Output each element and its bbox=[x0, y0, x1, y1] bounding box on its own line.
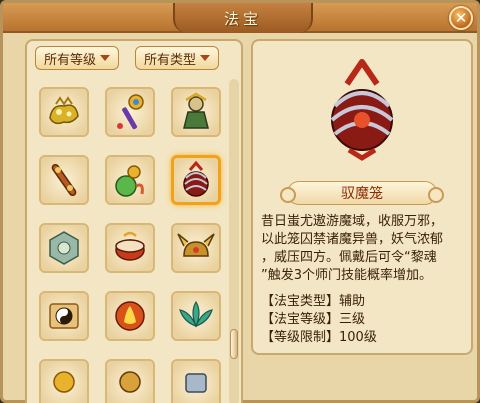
treasure-window: 法宝 ✕ 所有等级 所有类型 驭魔笼 昔日蚩尤遨游魔域，收服万邪， 以此笼囚禁诸… bbox=[0, 0, 480, 403]
item-name: 驭魔笼 bbox=[341, 186, 383, 202]
item-slot[interactable] bbox=[39, 155, 89, 205]
partial-item-icon bbox=[185, 373, 207, 393]
demon-cage-icon bbox=[183, 160, 209, 197]
level-filter-dropdown[interactable]: 所有等级 bbox=[35, 46, 119, 70]
carved-flute-icon bbox=[51, 163, 77, 197]
type-filter-dropdown[interactable]: 所有类型 bbox=[135, 46, 219, 70]
attribute-value: 三级 bbox=[339, 312, 366, 327]
item-slot[interactable] bbox=[105, 155, 155, 205]
demon-cage-icon bbox=[330, 58, 394, 161]
item-slot-selected[interactable] bbox=[171, 155, 221, 205]
description-line: ，威压四方。佩戴后可令“黎魂 bbox=[261, 250, 437, 265]
chevron-down-icon bbox=[100, 55, 110, 61]
item-description: 昔日蚩尤遨游魔域，收服万邪， 以此笼囚禁诸魔异兽，妖气浓郁 ，威压四方。佩戴后可… bbox=[261, 213, 467, 285]
attribute-type: 【法宝类型】辅助 bbox=[261, 293, 467, 311]
attribute-value: 辅助 bbox=[339, 294, 366, 309]
attribute-level: 【法宝等级】三级 bbox=[261, 311, 467, 329]
chevron-down-icon bbox=[200, 55, 210, 61]
item-grid bbox=[27, 77, 227, 403]
item-slot[interactable] bbox=[105, 359, 155, 403]
attribute-value: 100级 bbox=[339, 330, 377, 345]
title-bar: 法宝 ✕ bbox=[3, 3, 477, 33]
golden-ornament-icon bbox=[49, 96, 79, 125]
item-name-banner: 驭魔笼 bbox=[280, 181, 444, 205]
item-preview bbox=[253, 41, 471, 176]
item-slot[interactable] bbox=[39, 359, 89, 403]
item-slot[interactable] bbox=[171, 87, 221, 137]
item-detail-panel: 驭魔笼 昔日蚩尤遨游魔域，收服万邪， 以此笼囚禁诸魔异兽，妖气浓郁 ，威压四方。… bbox=[251, 39, 473, 355]
lotus-icon bbox=[179, 300, 213, 328]
description-line: 昔日蚩尤遨游魔域，收服万邪， bbox=[261, 214, 444, 229]
item-list-scrollbar[interactable] bbox=[229, 79, 239, 403]
description-line: 以此笼囚禁诸魔异兽，妖气浓郁 bbox=[261, 232, 444, 247]
item-list-panel: 所有等级 所有类型 bbox=[25, 39, 243, 403]
snake-gourd-icon bbox=[115, 165, 144, 197]
item-slot[interactable] bbox=[105, 87, 155, 137]
drum-icon bbox=[115, 231, 145, 261]
yin-yang-scroll-icon bbox=[49, 303, 79, 329]
warrior-figure-icon bbox=[183, 92, 209, 129]
window-title: 法宝 bbox=[173, 3, 313, 33]
attribute-label: 【法宝类型】 bbox=[261, 294, 340, 309]
partial-item-icon bbox=[119, 371, 141, 393]
item-slot[interactable] bbox=[171, 223, 221, 273]
jeweled-scepter-icon bbox=[117, 94, 144, 130]
item-slot[interactable] bbox=[171, 359, 221, 403]
item-slot[interactable] bbox=[105, 291, 155, 341]
attribute-requirement: 【等级限制】100级 bbox=[261, 329, 467, 347]
item-slot[interactable] bbox=[105, 223, 155, 273]
item-slot[interactable] bbox=[39, 291, 89, 341]
attribute-label: 【法宝等级】 bbox=[261, 312, 340, 327]
item-slot[interactable] bbox=[171, 291, 221, 341]
level-filter-label: 所有等级 bbox=[43, 52, 96, 68]
close-icon: ✕ bbox=[454, 8, 468, 27]
fire-orb-icon bbox=[115, 301, 145, 331]
item-slot[interactable] bbox=[39, 87, 89, 137]
partial-item-icon bbox=[53, 371, 75, 393]
scroll-thumb[interactable] bbox=[230, 329, 238, 359]
horned-helmet-icon bbox=[177, 233, 215, 257]
type-filter-label: 所有类型 bbox=[143, 52, 196, 68]
description-line: ”触发3个师门技能概率增加。 bbox=[261, 268, 433, 283]
attribute-label: 【等级限制】 bbox=[261, 330, 340, 345]
jade-seal-icon bbox=[49, 231, 79, 265]
item-slot[interactable] bbox=[39, 223, 89, 273]
close-button[interactable]: ✕ bbox=[449, 6, 473, 30]
